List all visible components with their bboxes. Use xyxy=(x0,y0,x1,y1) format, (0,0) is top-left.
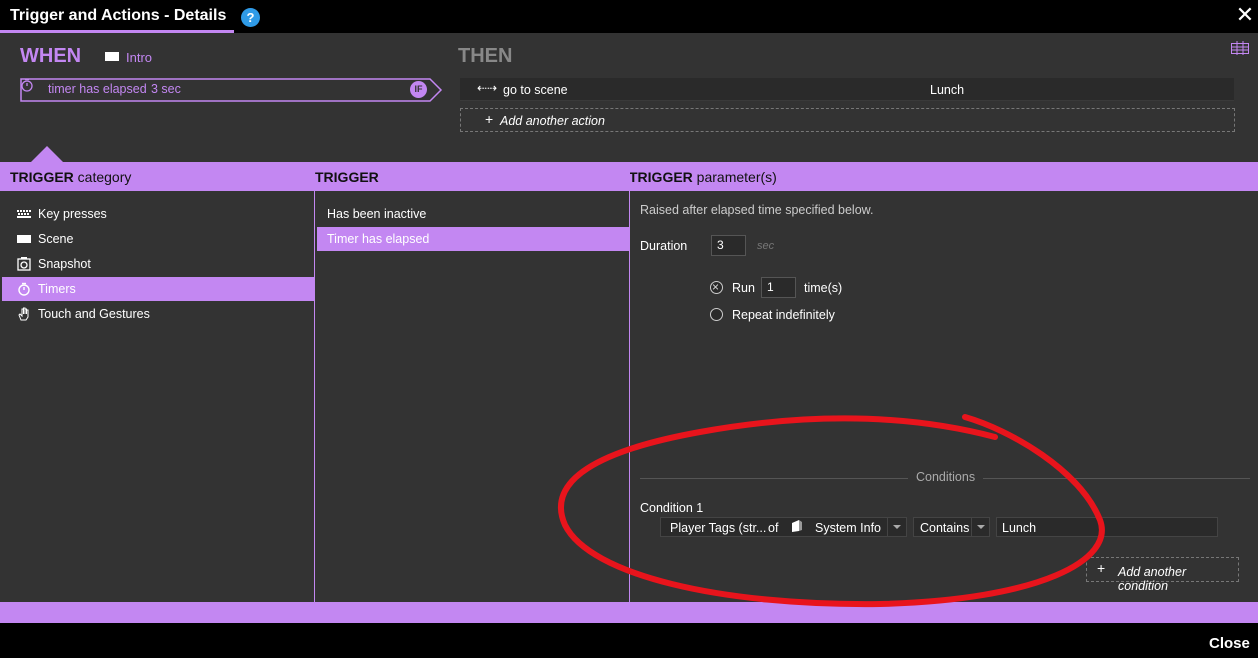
add-action-label: Add another action xyxy=(500,114,605,128)
when-trigger-label: timer has elapsed xyxy=(48,82,147,96)
stopwatch-icon xyxy=(21,78,33,92)
params-panel: Raised after elapsed time specified belo… xyxy=(630,191,1258,602)
hand-icon xyxy=(18,307,29,321)
trigger-panel: Has been inactive Timer has elapsed xyxy=(315,191,629,602)
when-then-area: WHEN Intro THEN timer has elapsed 3 sec … xyxy=(0,33,1258,162)
params-header: TRIGGER parameter(s) xyxy=(629,169,777,185)
condition-value: Lunch xyxy=(1002,521,1037,535)
category-item-touch-gestures[interactable]: Touch and Gestures xyxy=(2,302,314,326)
category-header: TRIGGER category xyxy=(10,169,132,185)
plus-icon: + xyxy=(485,111,494,127)
category-item-key-presses[interactable]: Key presses xyxy=(2,202,314,226)
snapshot-icon xyxy=(17,257,31,271)
condition-of: of xyxy=(768,521,779,535)
chevron-down-icon[interactable] xyxy=(971,518,990,536)
category-label: Scene xyxy=(38,232,74,246)
selection-notch xyxy=(31,146,63,162)
category-label: Touch and Gestures xyxy=(38,307,150,321)
conditions-title: Conditions xyxy=(908,470,984,484)
trigger-item-timer-has-elapsed[interactable]: Timer has elapsed xyxy=(317,227,629,251)
trigger-header: TRIGGER xyxy=(315,169,379,185)
condition-field-select[interactable]: Player Tags (str... of System Info xyxy=(660,517,907,537)
add-condition-label: Add another condition xyxy=(1118,565,1187,593)
keyboard-icon xyxy=(17,210,31,218)
action-label: go to scene xyxy=(503,83,568,97)
close-icon[interactable]: ✕ xyxy=(1234,4,1256,26)
trigger-label: Has been inactive xyxy=(327,207,427,221)
scene-icon xyxy=(105,52,119,61)
bottom-accent-bar xyxy=(0,602,1258,623)
category-label: Key presses xyxy=(38,207,107,221)
category-label: Snapshot xyxy=(38,257,91,271)
timer-icon xyxy=(18,282,30,296)
category-label: Timers xyxy=(38,282,76,296)
category-panel: Key presses Scene Snapshot Timers Touch … xyxy=(0,191,314,602)
action-value: Lunch xyxy=(930,83,965,97)
category-item-scene[interactable]: Scene xyxy=(2,227,314,251)
when-scene-name[interactable]: Intro xyxy=(126,50,152,65)
chevron-down-icon[interactable] xyxy=(887,518,907,536)
add-condition-button[interactable]: + Add another condition xyxy=(1086,557,1239,593)
scene-icon xyxy=(17,235,31,243)
duration-label: Duration xyxy=(640,239,688,253)
category-item-timers[interactable]: Timers xyxy=(2,277,314,301)
close-button[interactable]: Close xyxy=(1209,635,1250,652)
when-trigger-value: 3 sec xyxy=(151,82,181,96)
condition-label: Condition 1 xyxy=(640,501,704,515)
trigger-label: Timer has elapsed xyxy=(327,232,430,246)
params-description: Raised after elapsed time specified belo… xyxy=(640,203,874,217)
condition-field: Player Tags (str... xyxy=(670,521,767,535)
duration-unit: sec xyxy=(757,240,775,252)
trigger-item-has-been-inactive[interactable]: Has been inactive xyxy=(317,202,629,226)
repeat-radio[interactable] xyxy=(710,308,723,321)
title-bar: Trigger and Actions - Details ? ✕ xyxy=(0,0,1258,33)
column-divider xyxy=(314,162,315,602)
column-divider xyxy=(629,162,630,602)
footer: Close xyxy=(0,623,1258,658)
grid-view-icon[interactable] xyxy=(1231,41,1249,55)
run-radio[interactable] xyxy=(710,280,723,294)
add-action-button[interactable]: + Add another action xyxy=(460,108,1235,132)
times-label: time(s) xyxy=(804,281,843,295)
help-icon[interactable]: ? xyxy=(241,8,260,27)
when-trigger-row[interactable]: timer has elapsed 3 sec IF xyxy=(20,78,444,102)
system-info-icon xyxy=(792,520,802,532)
condition-value-input[interactable]: Lunch xyxy=(996,517,1218,537)
condition-operator: Contains xyxy=(920,521,970,535)
run-label: Run xyxy=(732,281,755,295)
duration-input[interactable]: 3 xyxy=(711,235,746,256)
go-to-scene-icon: ⇠⇢ xyxy=(477,81,498,95)
then-heading: THEN xyxy=(458,45,513,67)
condition-source: System Info xyxy=(815,521,881,535)
plus-icon: + xyxy=(1097,560,1106,576)
window-title: Trigger and Actions - Details xyxy=(10,7,227,24)
if-badge-icon[interactable]: IF xyxy=(410,81,427,98)
run-count-input[interactable]: 1 xyxy=(761,277,796,298)
when-heading: WHEN xyxy=(20,45,82,67)
repeat-label: Repeat indefinitely xyxy=(732,308,835,322)
action-row[interactable]: ⇠⇢ go to scene Lunch xyxy=(460,78,1234,101)
condition-operator-select[interactable]: Contains xyxy=(913,517,990,537)
category-item-snapshot[interactable]: Snapshot xyxy=(2,252,314,276)
